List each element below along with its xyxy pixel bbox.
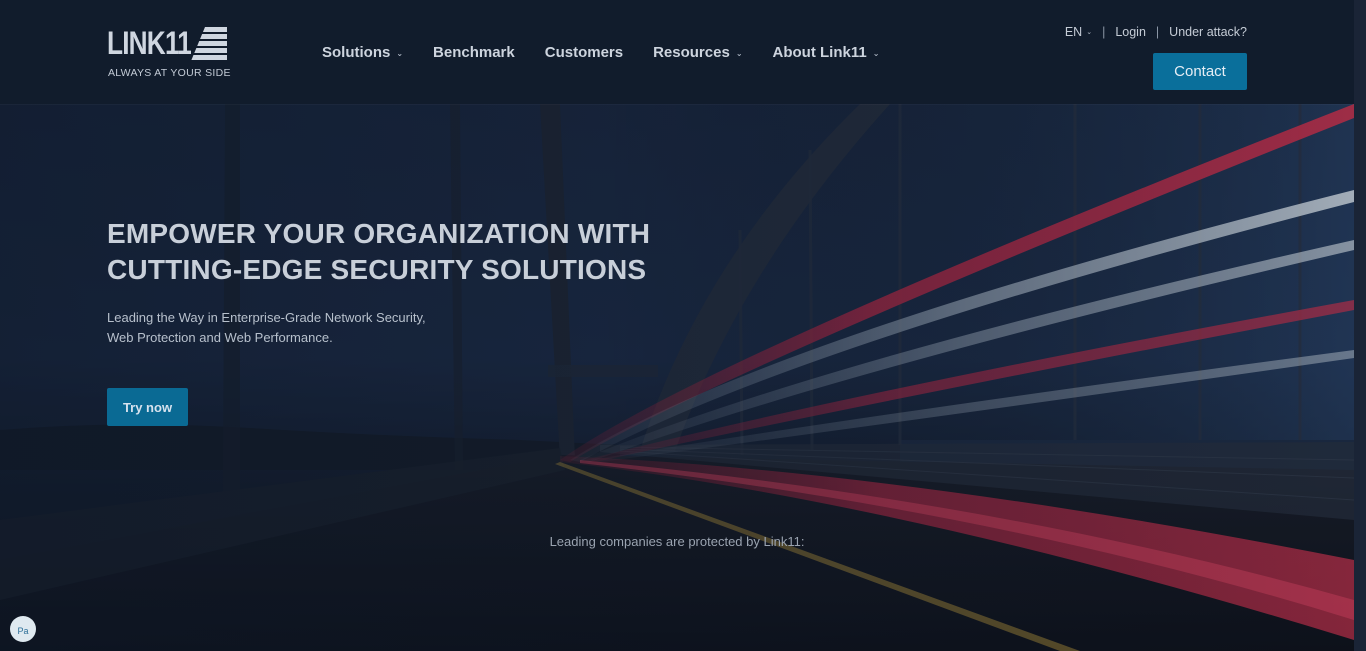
- separator: |: [1155, 25, 1160, 39]
- utility-nav: EN ⌄ | Login | Under attack?: [1065, 25, 1247, 39]
- language-label: EN: [1064, 25, 1083, 39]
- try-now-button[interactable]: Try now: [107, 388, 188, 426]
- nav-about-label: About Link11: [772, 43, 867, 61]
- chevron-down-icon: ⌄: [1086, 29, 1093, 36]
- under-attack-link[interactable]: Under attack?: [1169, 25, 1247, 39]
- nav-resources-label: Resources: [653, 43, 730, 61]
- page: LINK11 ALWAYS AT YOUR SIDE Solutions ⌄ B…: [0, 0, 1354, 651]
- nav-benchmark-label: Benchmark: [433, 43, 515, 61]
- nav-solutions[interactable]: Solutions ⌄: [322, 41, 403, 63]
- link11-logo[interactable]: LINK11 ALWAYS AT YOUR SIDE: [107, 25, 231, 81]
- site-header: LINK11 ALWAYS AT YOUR SIDE Solutions ⌄ B…: [0, 0, 1354, 104]
- separator: |: [1102, 25, 1106, 39]
- nav-benchmark[interactable]: Benchmark: [433, 41, 515, 63]
- logo-wordmark: LINK11: [107, 25, 192, 61]
- hero-title: EMPOWER YOUR ORGANIZATION WITH CUTTING-E…: [107, 216, 727, 288]
- nav-resources[interactable]: Resources ⌄: [653, 41, 742, 63]
- scrollbar[interactable]: [1354, 0, 1366, 651]
- hero-title-line-2: CUTTING-EDGE SECURITY SOLUTIONS: [107, 254, 647, 285]
- language-selector[interactable]: EN ⌄: [1065, 25, 1092, 39]
- hero-subtitle-line-1: Leading the Way in Enterprise-Grade Netw…: [107, 310, 426, 325]
- main-nav: Solutions ⌄ Benchmark Customers Resource…: [322, 41, 909, 63]
- contact-button[interactable]: Contact: [1153, 53, 1247, 90]
- chevron-down-icon: ⌄: [396, 48, 404, 58]
- stripes-logo-icon: [191, 27, 227, 61]
- logo-tagline: ALWAYS AT YOUR SIDE: [108, 67, 231, 79]
- chevron-down-icon: ⌄: [735, 48, 743, 58]
- protected-by-text: Leading companies are protected by Link1…: [549, 534, 805, 549]
- hero-subtitle: Leading the Way in Enterprise-Grade Netw…: [107, 308, 467, 348]
- login-link[interactable]: Login: [1115, 25, 1146, 39]
- hero-title-line-1: EMPOWER YOUR ORGANIZATION WITH: [107, 218, 651, 249]
- nav-about[interactable]: About Link11 ⌄: [773, 41, 880, 63]
- nav-customers[interactable]: Customers: [545, 41, 623, 63]
- chevron-down-icon: ⌄: [872, 48, 880, 58]
- nav-customers-label: Customers: [544, 43, 624, 61]
- nav-solutions-label: Solutions: [322, 43, 391, 61]
- hero-subtitle-line-2: Web Protection and Web Performance.: [107, 330, 333, 345]
- floating-widget-badge[interactable]: Pa: [10, 616, 36, 642]
